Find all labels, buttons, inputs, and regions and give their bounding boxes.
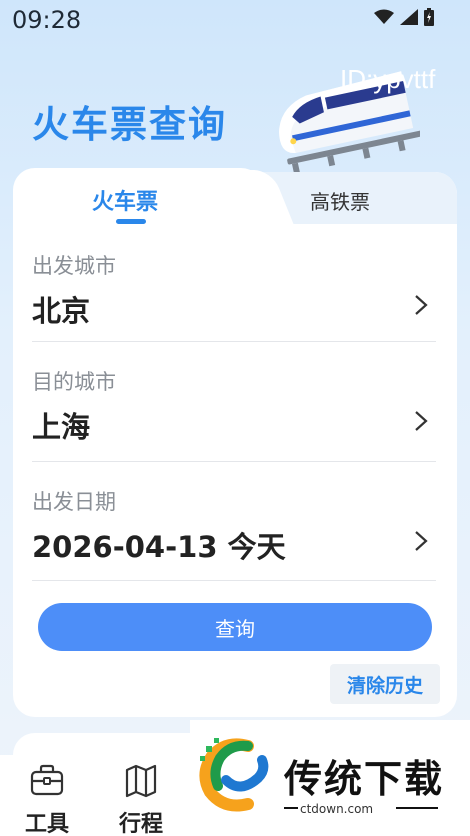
watermark-divider — [284, 807, 298, 809]
departure-label: 出发城市 — [32, 254, 116, 278]
page-title: 火车票查询 — [32, 103, 227, 146]
ctdown-logo-icon — [199, 738, 269, 812]
map-icon — [125, 764, 157, 798]
nav-tools-label: 工具 — [24, 812, 69, 836]
divider — [32, 341, 436, 342]
watermark-divider — [396, 807, 438, 809]
watermark-url: ctdown.com — [300, 802, 374, 816]
tab-active-indicator — [116, 219, 146, 224]
departure-city-field[interactable]: 出发城市 北京 — [32, 250, 436, 330]
chevron-right-icon — [415, 411, 428, 431]
wifi-icon — [374, 9, 394, 24]
watermark-title: 传统下载 — [284, 757, 445, 801]
status-bar: 09:28 — [0, 0, 470, 40]
app-id: ID:ypvttf — [340, 64, 436, 94]
nav-itinerary-label: 行程 — [118, 812, 163, 836]
battery-icon — [424, 8, 434, 26]
chevron-right-icon — [415, 531, 428, 551]
tab-train-ticket[interactable]: 火车票 — [92, 184, 158, 216]
departure-value: 北京 — [32, 294, 91, 328]
divider — [32, 461, 436, 462]
toolbox-icon — [30, 764, 64, 796]
destination-value: 上海 — [32, 410, 91, 444]
status-time: 09:28 — [12, 6, 82, 34]
nav-itinerary[interactable]: 行程 — [111, 762, 171, 836]
date-label: 出发日期 — [32, 490, 116, 514]
chevron-right-icon — [415, 295, 428, 315]
destination-label: 目的城市 — [32, 370, 116, 394]
signal-icon — [400, 9, 418, 25]
clear-history-button[interactable]: 清除历史 — [330, 664, 440, 704]
divider — [32, 580, 436, 581]
status-icons — [374, 8, 434, 26]
query-button[interactable]: 查询 — [38, 603, 432, 651]
departure-date-field[interactable]: 出发日期 2026-04-13 今天 — [32, 486, 436, 566]
nav-tools[interactable]: 工具 — [17, 762, 77, 836]
tab-high-speed-ticket[interactable]: 高铁票 — [310, 186, 370, 215]
date-value: 2026-04-13 今天 — [32, 530, 286, 564]
destination-city-field[interactable]: 目的城市 上海 — [32, 366, 436, 446]
